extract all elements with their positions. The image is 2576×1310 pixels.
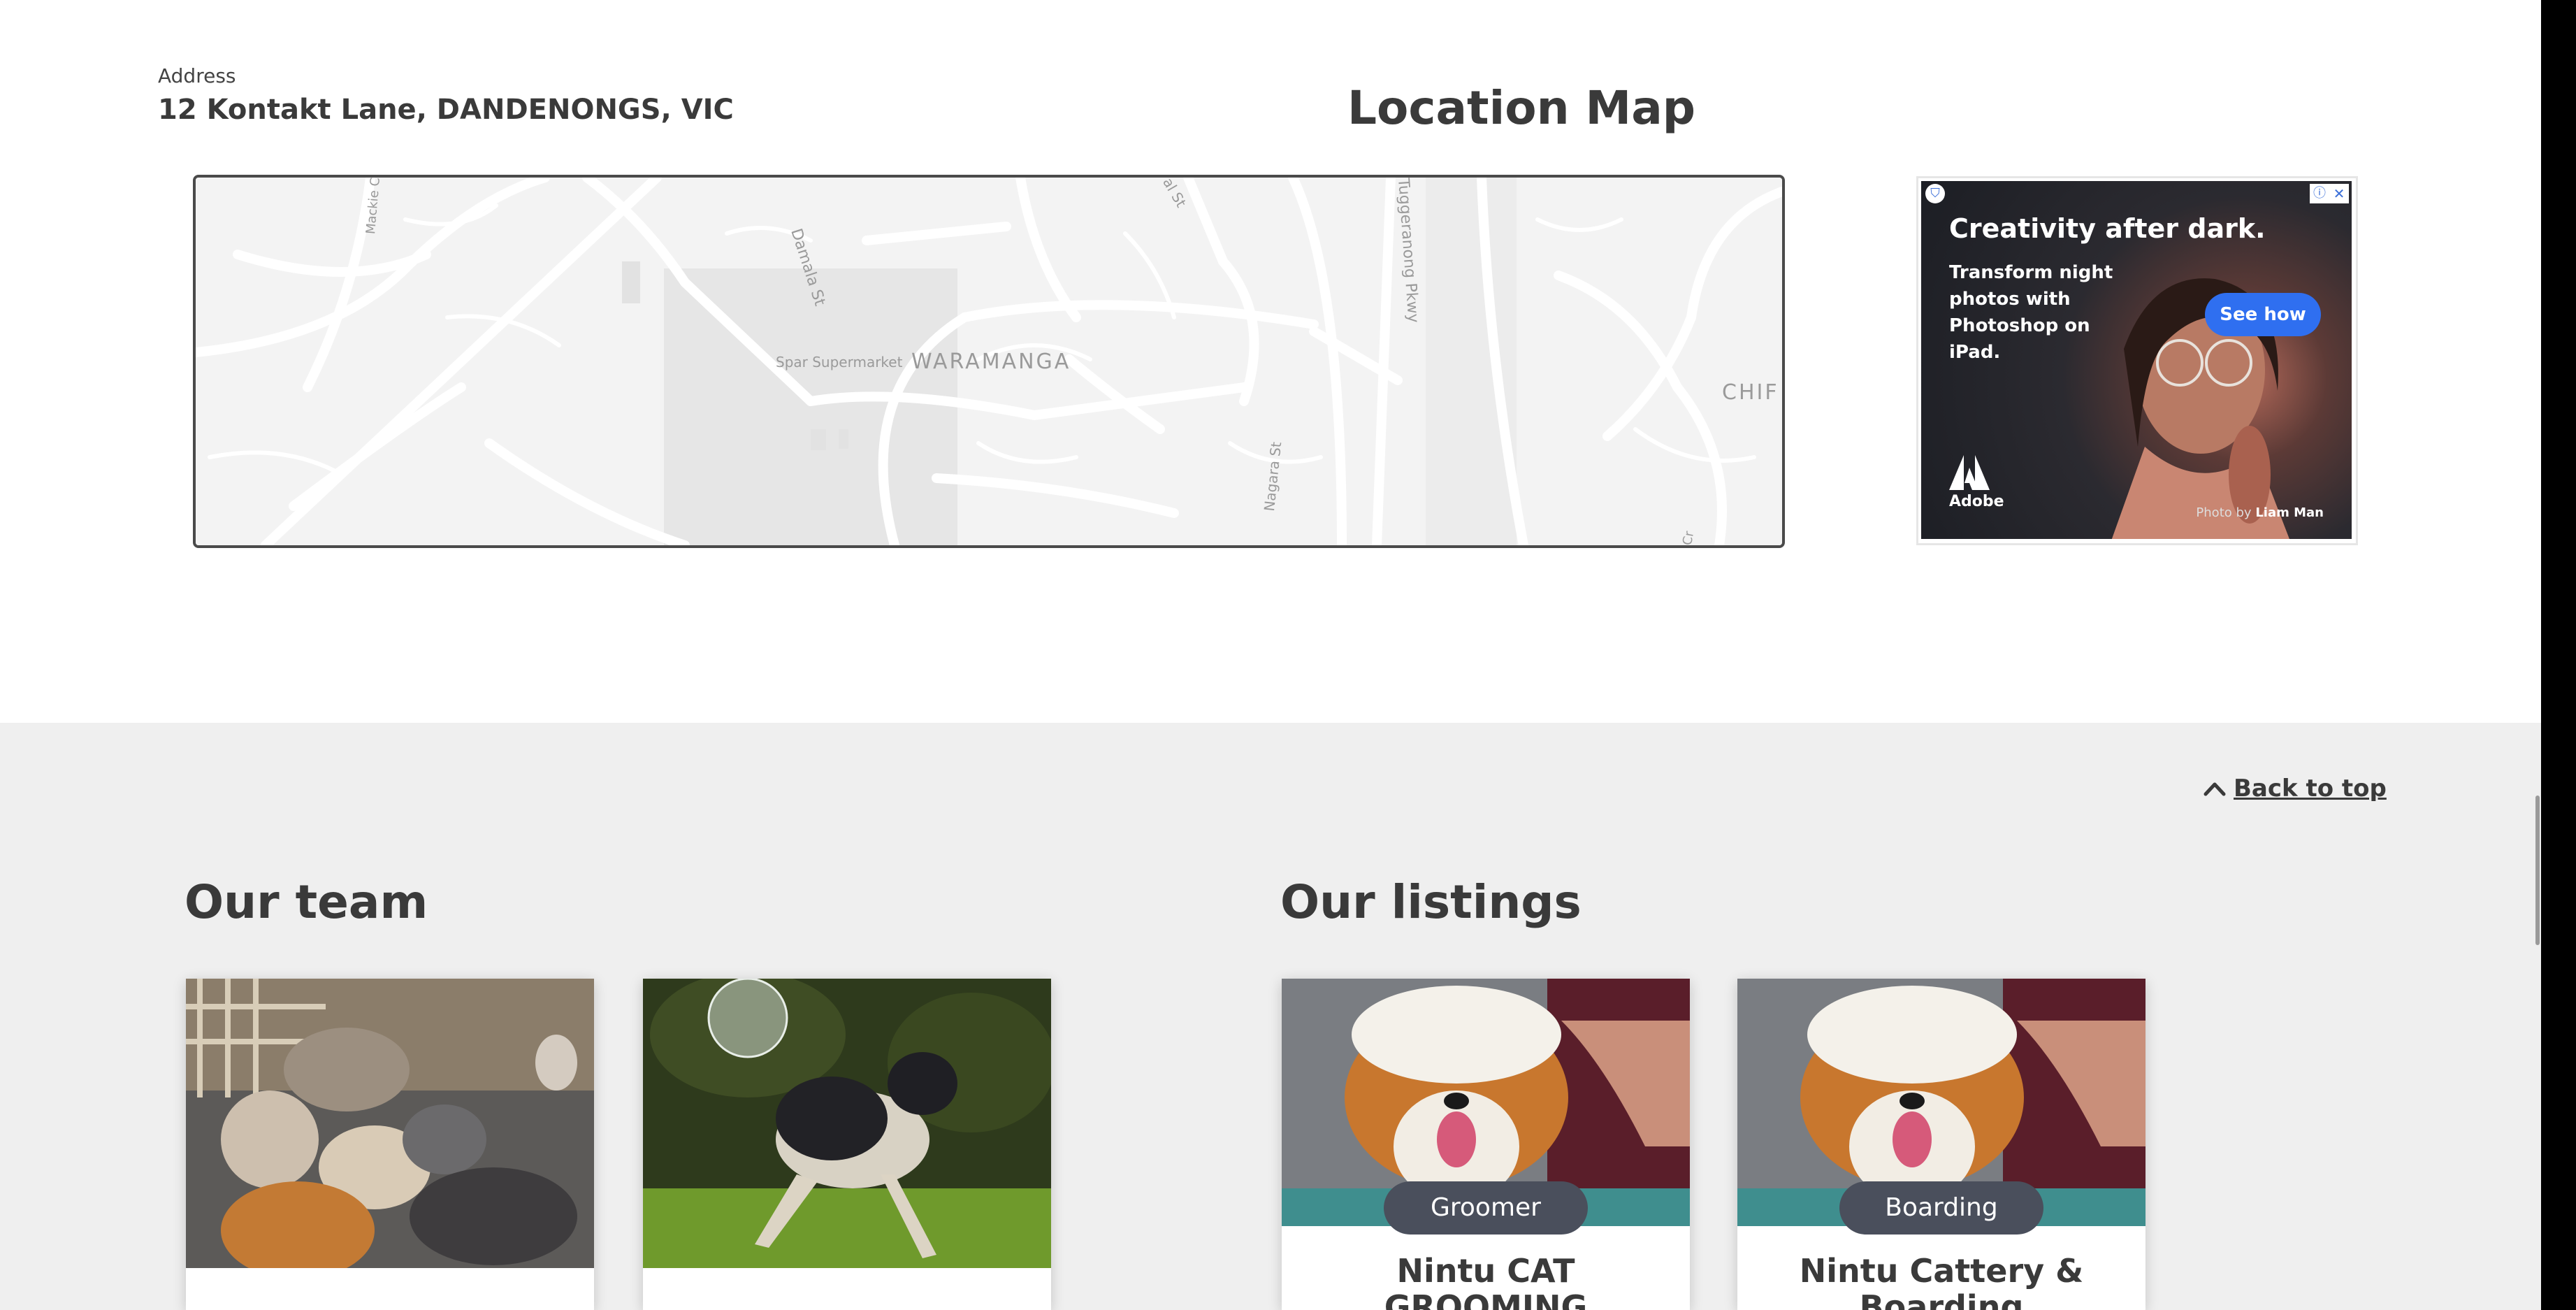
team-photo-cats	[186, 979, 594, 1268]
back-to-top-link[interactable]: Back to top	[2203, 775, 2387, 802]
our-listings-heading: Our listings	[1280, 875, 1582, 929]
team-card[interactable]	[186, 979, 594, 1310]
ad-body: Transform night photos with Photoshop on…	[1949, 262, 2113, 363]
page-scrollbar-track[interactable]	[2541, 0, 2576, 1310]
map-label-chifley: CHIF	[1722, 380, 1779, 405]
location-map-heading: Location Map	[1347, 81, 1695, 135]
adobe-logo-icon	[1949, 455, 1990, 490]
ad-creative[interactable]: ⛉ ⓘ ✕ Creativity after dark. Transform n…	[1921, 181, 2352, 539]
ad-close-icon[interactable]: ✕	[2329, 184, 2349, 203]
listing-title[interactable]: Nintu Cattery & Boarding	[1751, 1253, 2132, 1310]
ad-cta-button[interactable]: See how	[2205, 293, 2321, 336]
map-label-suburb: WARAMANGA	[911, 350, 1071, 374]
advertisement[interactable]: ⛉ ⓘ ✕ Creativity after dark. Transform n…	[1916, 176, 2358, 545]
ad-brand: Adobe	[1949, 493, 2004, 510]
ad-photo-credit: Photo by Liam Man	[2196, 505, 2324, 520]
listing-card[interactable]: Boarding Nintu Cattery & Boarding	[1737, 979, 2146, 1310]
page-scrollbar-thumb[interactable]	[2535, 796, 2540, 945]
address-value: 12 Kontakt Lane, DANDENONGS, VIC	[158, 94, 734, 126]
team-card[interactable]	[643, 979, 1051, 1310]
team-photo-dog	[643, 979, 1051, 1268]
chevron-up-icon	[2204, 782, 2226, 796]
ad-choices-icon[interactable]: ⛉	[1925, 184, 1945, 203]
ad-info-icon[interactable]: ⓘ	[2310, 184, 2329, 203]
address-label: Address	[158, 64, 236, 87]
map-label-spar: Spar Supermarket	[776, 354, 903, 370]
our-team-heading: Our team	[184, 875, 428, 929]
map-label-cr: Cr	[1680, 530, 1698, 547]
back-to-top-label[interactable]: Back to top	[2234, 775, 2387, 802]
listing-category-badge: Boarding	[1839, 1181, 2043, 1235]
ad-headline: Creativity after dark.	[1949, 213, 2266, 244]
location-map[interactable]: Mackie Cr Damala St al St Tuggeranong Pk…	[193, 175, 1785, 548]
listing-title[interactable]: Nintu CAT GROOMING SERVICES	[1296, 1253, 1676, 1310]
listing-card[interactable]: Groomer Nintu CAT GROOMING SERVICES	[1282, 979, 1690, 1310]
listing-category-badge: Groomer	[1384, 1181, 1588, 1235]
